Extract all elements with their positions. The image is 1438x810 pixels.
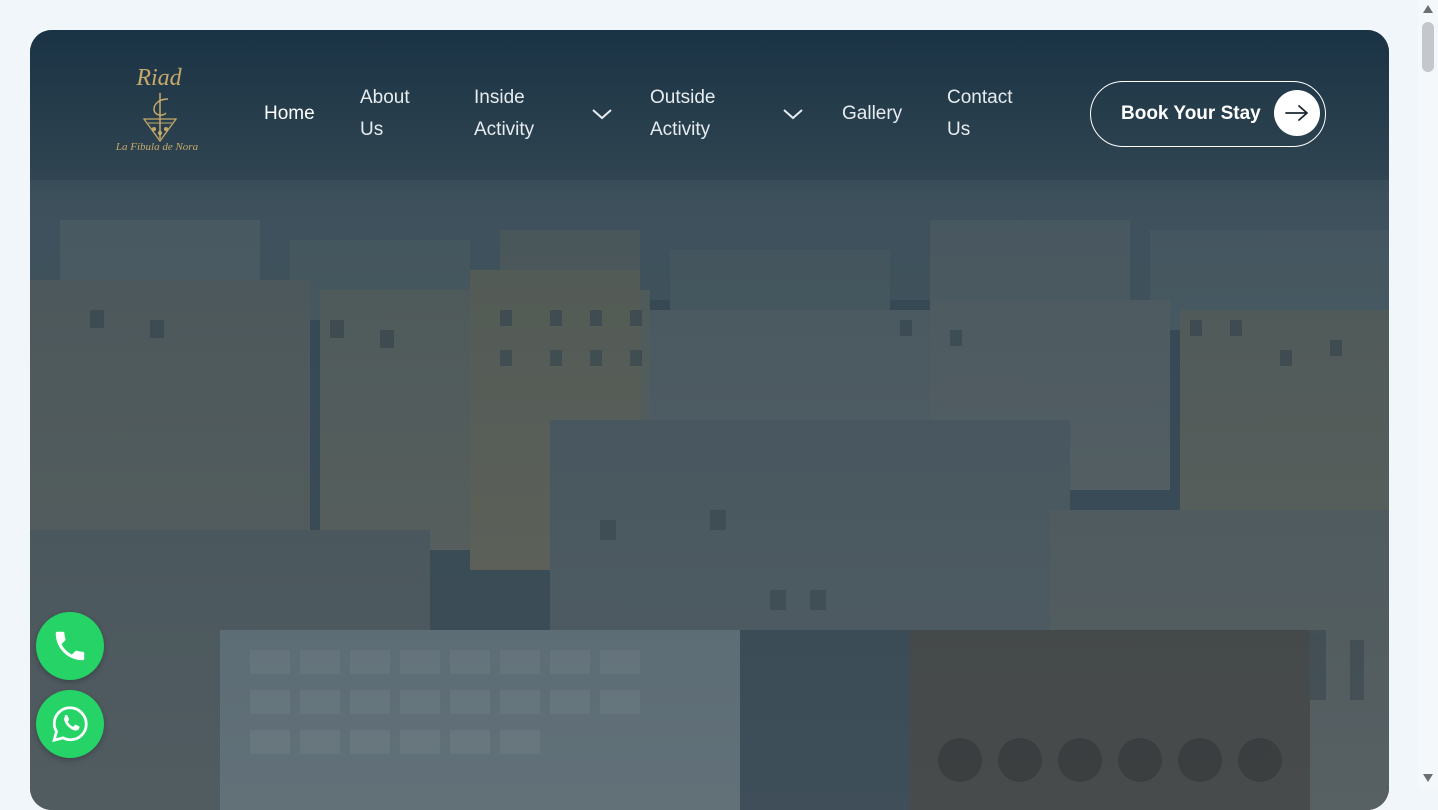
nav-gallery-label: Gallery	[842, 103, 903, 124]
vertical-scrollbar[interactable]	[1418, 0, 1438, 789]
logo-top-text: Riad	[136, 65, 182, 91]
chevron-down-icon[interactable]	[782, 107, 804, 121]
nav-inside-label-line1: Inside	[474, 87, 525, 108]
scroll-up-arrow-icon[interactable]	[1422, 4, 1434, 14]
site-logo[interactable]: Riad La Fibula de Nora	[116, 65, 200, 165]
nav-contact-label-line1: Contact	[947, 87, 1013, 108]
chevron-down-icon[interactable]	[591, 107, 613, 121]
book-your-stay-button[interactable]: Book Your Stay	[1090, 81, 1326, 147]
nav-outside-activity[interactable]: Outside Activity	[650, 82, 715, 146]
scrollbar-thumb[interactable]	[1422, 22, 1434, 72]
phone-call-button[interactable]	[36, 612, 104, 680]
logo-emblem-icon	[142, 93, 178, 143]
nav-inside-label-line2: Activity	[474, 119, 535, 140]
hero-section: Riad La Fibula de Nora Home About Us Ins…	[30, 30, 1389, 810]
nav-home-label: Home	[264, 103, 315, 124]
nav-outside-label-line1: Outside	[650, 87, 716, 108]
scroll-down-arrow-icon[interactable]	[1422, 773, 1434, 783]
nav-about-label-line1: About	[360, 87, 410, 108]
nav-about-us[interactable]: About Us	[360, 82, 410, 146]
nav-outside-label-line2: Activity	[650, 119, 711, 140]
whatsapp-icon	[52, 706, 88, 743]
nav-about-label-line2: Us	[360, 119, 384, 140]
nav-inside-activity[interactable]: Inside Activity	[474, 82, 534, 146]
nav-home[interactable]: Home	[264, 98, 315, 130]
whatsapp-button[interactable]	[36, 690, 104, 758]
nav-contact-label-line2: Us	[947, 119, 971, 140]
arrow-right-icon	[1274, 90, 1320, 136]
phone-icon	[55, 631, 85, 661]
navbar: Riad La Fibula de Nora Home About Us Ins…	[30, 30, 1389, 200]
book-button-label: Book Your Stay	[1121, 103, 1261, 124]
nav-contact-us[interactable]: Contact Us	[947, 82, 1012, 146]
nav-gallery[interactable]: Gallery	[842, 98, 902, 130]
